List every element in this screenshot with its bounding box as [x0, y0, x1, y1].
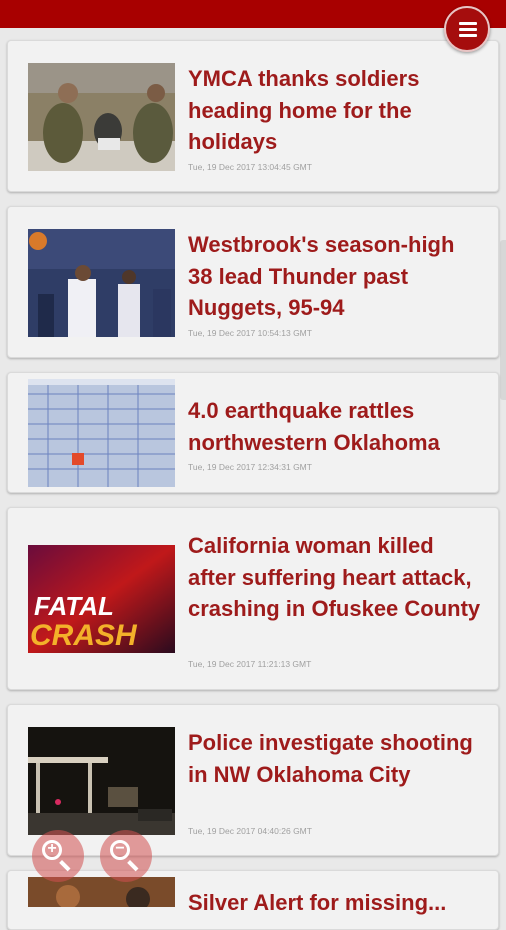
article-timestamp: Tue, 19 Dec 2017 12:34:31 GMT	[188, 462, 312, 472]
zoom-out-button[interactable]: −	[100, 830, 152, 882]
article-timestamp: Tue, 19 Dec 2017 04:40:26 GMT	[188, 826, 312, 836]
app-header-bar	[0, 0, 506, 28]
article-thumbnail: FATAL CRASH	[28, 545, 175, 653]
article-card[interactable]: 4.0 earthquake rattles northwestern Okla…	[7, 372, 499, 493]
article-thumbnail	[28, 877, 175, 907]
article-headline[interactable]: Westbrook's season-high 38 lead Thunder …	[188, 229, 484, 324]
article-headline[interactable]: 4.0 earthquake rattles northwestern Okla…	[188, 395, 484, 458]
article-thumbnail	[28, 229, 175, 337]
article-thumbnail	[28, 63, 175, 171]
article-card[interactable]: Silver Alert for missing...	[7, 870, 499, 930]
article-headline[interactable]: California woman killed after suffering …	[188, 530, 484, 625]
side-drawer-handle[interactable]	[500, 240, 506, 400]
article-timestamp: Tue, 19 Dec 2017 13:04:45 GMT	[188, 162, 312, 172]
article-card[interactable]: Westbrook's season-high 38 lead Thunder …	[7, 206, 499, 358]
article-headline[interactable]: Police investigate shooting in NW Oklaho…	[188, 727, 484, 790]
article-timestamp: Tue, 19 Dec 2017 11:21:13 GMT	[188, 659, 312, 669]
article-timestamp: Tue, 19 Dec 2017 10:54:13 GMT	[188, 328, 312, 338]
menu-button[interactable]	[444, 6, 490, 52]
article-thumbnail	[28, 727, 175, 835]
article-card[interactable]: FATAL CRASH California woman killed afte…	[7, 507, 499, 690]
article-headline[interactable]: YMCA thanks soldiers heading home for th…	[188, 63, 484, 158]
zoom-in-button[interactable]: +	[32, 830, 84, 882]
thumb-caption: FATAL	[34, 591, 114, 621]
article-thumbnail	[28, 379, 175, 487]
article-card[interactable]: Police investigate shooting in NW Oklaho…	[7, 704, 499, 856]
article-headline[interactable]: Silver Alert for missing...	[188, 887, 484, 919]
article-card[interactable]: YMCA thanks soldiers heading home for th…	[7, 40, 499, 192]
thumb-caption: CRASH	[30, 619, 138, 652]
